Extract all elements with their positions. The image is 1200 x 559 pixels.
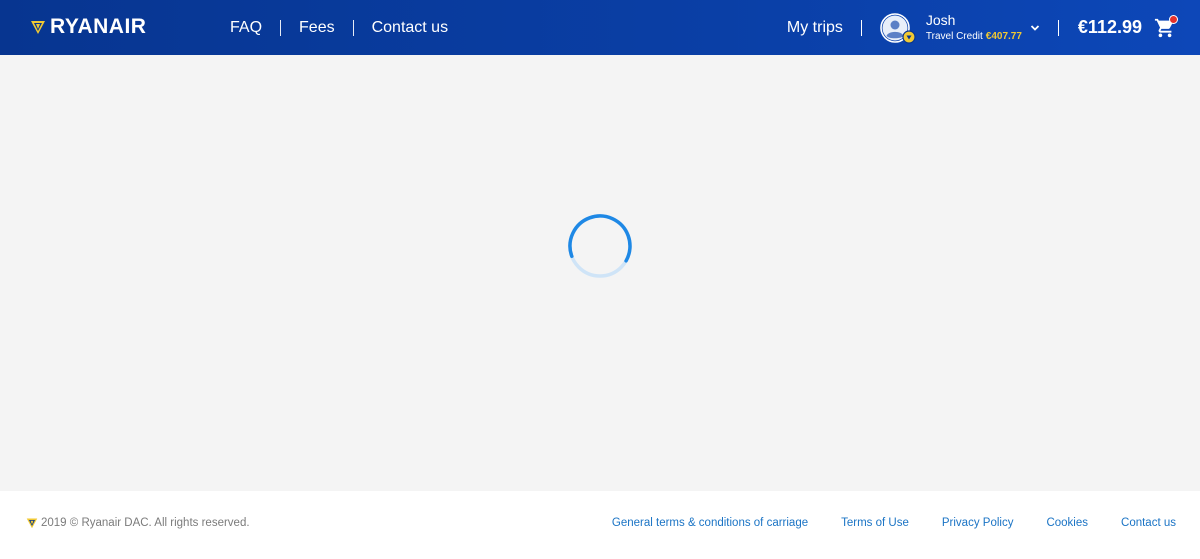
nav-fees-link[interactable]: Fees — [299, 19, 335, 37]
nav-divider — [352, 19, 354, 36]
logo-text: RYANAIR — [50, 15, 147, 38]
cart-notification-dot — [1169, 14, 1178, 24]
footer-terms-carriage-link[interactable]: General terms & conditions of carriage — [612, 517, 808, 529]
user-name: Josh — [925, 11, 956, 28]
harp-icon — [26, 518, 38, 529]
travel-credit-amount: €407.77 — [985, 30, 1022, 42]
footer-cookies-link[interactable]: Cookies — [1046, 517, 1088, 529]
page-footer: 2019 © Ryanair DAC. All rights reserved.… — [0, 491, 1200, 559]
nav-contact-link[interactable]: Contact us — [372, 19, 448, 37]
header-divider — [1057, 19, 1059, 36]
nav-divider — [280, 19, 282, 36]
header-divider — [860, 19, 862, 36]
copyright: 2019 © Ryanair DAC. All rights reserved. — [26, 517, 250, 529]
basket-total[interactable]: €112.99 — [1078, 17, 1142, 38]
travel-credit-label: Travel Credit — [925, 30, 983, 42]
loading-spinner-icon — [568, 214, 632, 278]
copyright-text: 2019 © Ryanair DAC. All rights reserved. — [41, 517, 250, 529]
main-content — [0, 55, 1200, 491]
chevron-down-icon[interactable] — [1030, 24, 1040, 32]
footer-terms-of-use-link[interactable]: Terms of Use — [841, 517, 909, 529]
footer-privacy-link[interactable]: Privacy Policy — [942, 517, 1014, 529]
my-trips-link[interactable]: My trips — [787, 19, 843, 37]
main-nav: FAQ Fees Contact us — [230, 0, 448, 55]
ryanair-logo[interactable]: RYANAIR — [30, 16, 146, 38]
travel-credit: Travel Credit €407.77 — [926, 30, 1022, 44]
header-right: My trips Josh Travel Credit €407.77 €112… — [787, 0, 1200, 55]
user-menu[interactable]: Josh Travel Credit €407.77 — [880, 12, 1058, 44]
nav-faq-link[interactable]: FAQ — [230, 19, 262, 37]
footer-contact-link[interactable]: Contact us — [1121, 517, 1176, 529]
footer-links: General terms & conditions of carriage T… — [579, 517, 1176, 529]
top-header: RYANAIR FAQ Fees Contact us My trips Jos… — [0, 0, 1200, 55]
harp-icon — [31, 21, 45, 34]
shopping-cart-icon[interactable] — [1154, 14, 1178, 39]
user-info: Josh Travel Credit €407.77 — [926, 12, 1022, 44]
user-avatar-icon — [880, 12, 916, 44]
